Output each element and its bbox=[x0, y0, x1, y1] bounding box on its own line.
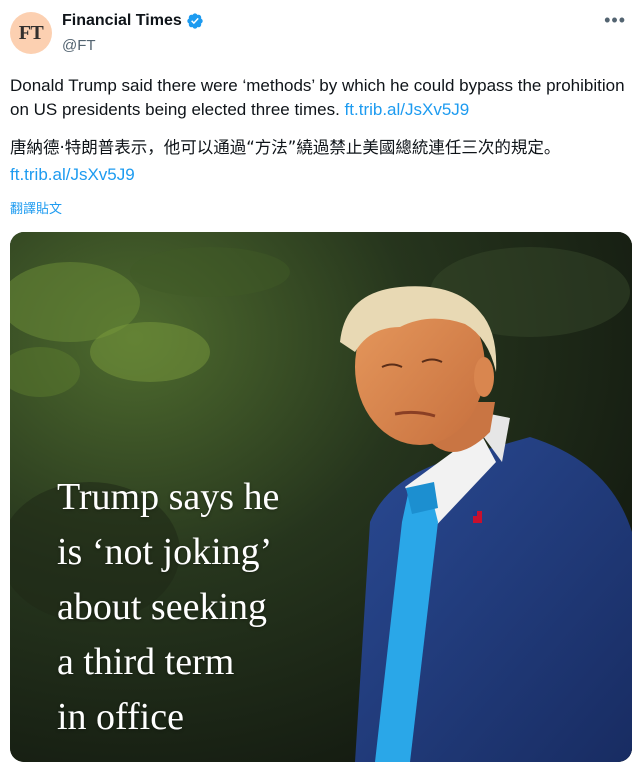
headline-line: is ‘not joking’ bbox=[57, 531, 273, 573]
account-handle[interactable]: @FT bbox=[62, 37, 96, 54]
account-avatar[interactable]: FT bbox=[10, 12, 52, 54]
headline-line: about seeking bbox=[57, 586, 268, 628]
display-name[interactable]: Financial Times bbox=[62, 12, 182, 30]
translated-body: 唐納德·特朗普表示，他可以通過“方法”繞過禁止美國總統連任三次的規定。 bbox=[10, 138, 561, 157]
translate-post-button[interactable]: 翻譯貼文 bbox=[10, 198, 62, 217]
verified-badge-icon bbox=[187, 13, 203, 29]
account-name-row: Financial Times bbox=[62, 12, 204, 30]
post-body: Donald Trump said there were ‘methods’ b… bbox=[10, 76, 625, 119]
post-image[interactable]: Trump says he is ‘not joking’ about seek… bbox=[10, 232, 632, 762]
image-headline: Trump says he is ‘not joking’ about seek… bbox=[57, 470, 357, 745]
post-text: Donald Trump said there were ‘methods’ b… bbox=[10, 74, 630, 122]
headline-line: in office bbox=[57, 696, 184, 738]
translated-link[interactable]: ft.trib.al/JsXv5J9 bbox=[10, 165, 135, 184]
headline-line: a third term bbox=[57, 641, 235, 683]
post-link[interactable]: ft.trib.al/JsXv5J9 bbox=[345, 100, 470, 119]
headline-line: Trump says he bbox=[57, 476, 280, 518]
translated-text: 唐納德·特朗普表示，他可以通過“方法”繞過禁止美國總統連任三次的規定。 ft.t… bbox=[10, 134, 635, 188]
more-options-icon[interactable]: ••• bbox=[604, 10, 626, 31]
